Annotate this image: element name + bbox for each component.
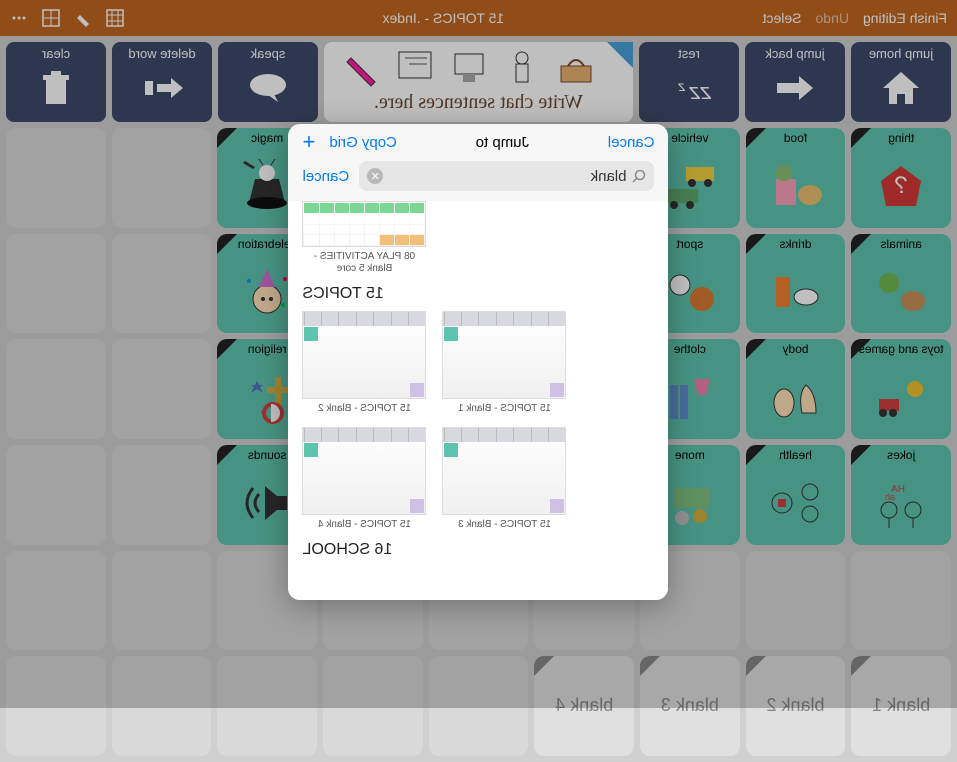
section-16-school: 16 SCHOOL <box>303 541 655 559</box>
search-icon <box>633 169 647 183</box>
section-15-topics: 15 TOPICS <box>303 285 655 303</box>
result-blank-4[interactable]: 15 TOPICS - Blank 4 <box>303 427 427 531</box>
search-cancel-button[interactable]: Cancel <box>303 168 350 185</box>
copy-grid-button[interactable]: Copy Grid <box>329 134 397 151</box>
search-input[interactable]: blank ✕ <box>359 161 654 191</box>
add-button[interactable]: + <box>303 134 316 151</box>
result-blank-3[interactable]: 15 TOPICS - Blank 3 <box>443 427 567 531</box>
result-blank-1[interactable]: 15 TOPICS - Blank 1 <box>443 311 567 415</box>
result-play-activities[interactable]: 08 PLAY ACTIVITIES - Blank 5 core <box>303 201 427 275</box>
modal-cancel-button[interactable]: Cancel <box>608 134 655 151</box>
modal-title: Jump to <box>476 134 529 151</box>
jump-to-modal: Cancel Jump to Copy Grid + blank ✕ Cance… <box>289 124 669 600</box>
clear-search-icon[interactable]: ✕ <box>367 168 383 184</box>
modal-header: Cancel Jump to Copy Grid + <box>289 124 669 161</box>
result-blank-2[interactable]: 15 TOPICS - Blank 2 <box>303 311 427 415</box>
search-value: blank <box>591 168 627 185</box>
modal-results[interactable]: 08 PLAY ACTIVITIES - Blank 5 core 15 TOP… <box>289 201 669 600</box>
